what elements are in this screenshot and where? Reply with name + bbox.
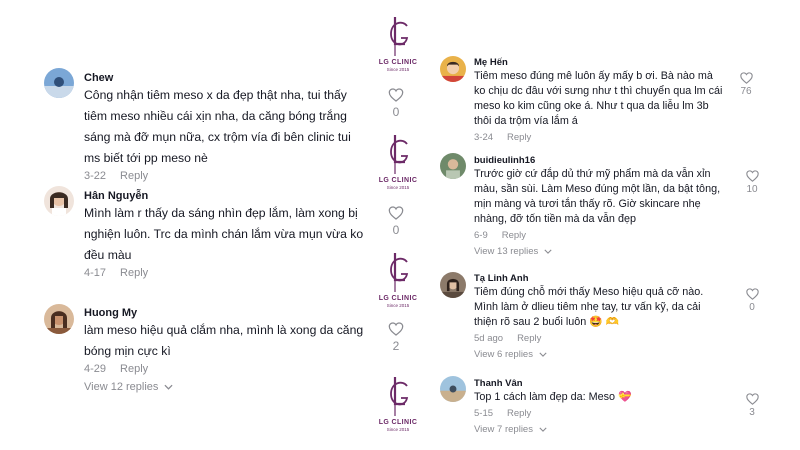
comment-date: 5d ago — [474, 333, 504, 344]
comment-text-line: Mình làm ở dlieu tiêm nhẹ tay, tư vấn kỹ… — [474, 301, 701, 313]
lg-monogram-icon — [390, 17, 409, 56]
comment-date: 5-15 — [474, 408, 494, 419]
view-replies-label: View 12 replies — [84, 381, 159, 393]
lg-clinic-logo: LG CLINIC Since 2015 — [376, 374, 420, 432]
like-count: 10 — [746, 184, 758, 195]
like-count: 0 — [749, 302, 755, 313]
comment-text-line: màu, sần sùi. Làm Meso đúng một lần, da … — [474, 183, 721, 195]
like-button[interactable]: 10 — [742, 170, 762, 195]
brand-name: LG CLINIC — [378, 177, 418, 184]
view-replies-button[interactable]: View 13 replies — [474, 246, 740, 257]
heart-icon — [739, 72, 753, 84]
like-button[interactable]: 0 — [386, 206, 406, 237]
like-count: 0 — [392, 105, 400, 119]
heart-icon — [745, 393, 759, 405]
comment-username[interactable]: Tạ Linh Anh — [474, 273, 740, 285]
view-replies-label: View 13 replies — [474, 246, 539, 257]
reply-button[interactable]: Reply — [120, 363, 148, 375]
brand-since: Since 2015 — [386, 303, 410, 308]
heart-icon — [388, 322, 404, 336]
reply-button[interactable]: Reply — [507, 132, 531, 143]
comment-date: 6-9 — [474, 230, 488, 241]
brand-name: LG CLINIC — [378, 59, 418, 66]
lg-clinic-logo: LG CLINIC Since 2015 — [376, 14, 420, 72]
brand-name: LG CLINIC — [378, 295, 418, 302]
view-replies-button[interactable]: View 6 replies — [474, 349, 740, 360]
reply-button[interactable]: Reply — [120, 170, 148, 182]
comment-username[interactable]: Mẹ Hến — [474, 57, 740, 69]
like-count: 2 — [392, 339, 400, 353]
comment-date: 3-22 — [84, 170, 107, 182]
comment-text-line: Công nhận tiêm meso x da đẹp thật nha, t… — [84, 88, 347, 102]
like-count: 76 — [740, 86, 752, 97]
comment-username[interactable]: Chew — [84, 71, 374, 85]
avatar[interactable] — [440, 56, 466, 82]
view-replies-label: View 7 replies — [474, 424, 533, 435]
comment-text-line: Trước giờ cứ đắp dủ thứ mỹ phẩm mà da vẫ… — [474, 168, 711, 180]
like-button[interactable]: 76 — [736, 72, 756, 97]
like-count: 3 — [749, 407, 755, 418]
comment-text-line: nghiện luôn. Trc da mình chán lắm vừa mụ… — [84, 227, 364, 241]
comment-text-line: Mình làm r thấy da sáng nhìn đẹp lắm, là… — [84, 206, 358, 220]
like-button[interactable]: 0 — [386, 88, 406, 119]
comment-text-line: sáng mà đỡ mụn nữa, cx trộm vía đi bên c… — [84, 130, 351, 144]
avatar[interactable] — [44, 304, 74, 334]
heart-icon — [745, 288, 759, 300]
chevron-down-icon — [164, 384, 173, 390]
comment-text-line: tiêm meso nhiều cái xịn nha, da căng bón… — [84, 109, 347, 123]
heart-icon — [745, 170, 759, 182]
like-button[interactable]: 3 — [742, 393, 762, 418]
lg-monogram-icon — [390, 135, 409, 174]
comment-username[interactable]: Huong My — [84, 306, 374, 320]
like-button[interactable]: 0 — [742, 288, 762, 313]
comment-text-line: ko chịu dc đâu với sưng như t thì chuyển… — [474, 85, 723, 97]
brand-name: LG CLINIC — [378, 419, 418, 426]
brand-since: Since 2015 — [386, 427, 410, 432]
avatar[interactable] — [440, 376, 466, 402]
lg-clinic-logo: LG CLINIC Since 2015 — [376, 132, 420, 190]
brand-since: Since 2015 — [386, 67, 410, 72]
comment-text-line: mịn màng và tươi tắn thấy rõ. Giờ skinca… — [474, 198, 701, 210]
lg-clinic-logo: LG CLINIC Since 2015 — [376, 250, 420, 308]
comment-username[interactable]: Hân Nguyễn — [84, 189, 374, 203]
lg-monogram-icon — [390, 253, 409, 292]
avatar[interactable] — [44, 186, 74, 216]
comment-username[interactable]: Thanh Vân — [474, 378, 740, 390]
comment-username[interactable]: buidieulinh16 — [474, 155, 740, 167]
brand-since: Since 2015 — [386, 185, 410, 190]
comment-text-line: meso ko kim cũng oke á. Như t qua da liễ… — [474, 100, 709, 112]
comment-text-line: làm meso hiệu quả clắm nha, mình là xong… — [84, 323, 364, 337]
reply-button[interactable]: Reply — [517, 333, 541, 344]
heart-icon — [388, 206, 404, 220]
lg-monogram-icon — [390, 377, 409, 416]
comment-text-line: bóng mịn cực kì — [84, 344, 171, 358]
comment-text-line: Top 1 cách làm đẹp da: Meso 💝 — [474, 391, 632, 403]
comment-date: 4-29 — [84, 363, 107, 375]
avatar[interactable] — [44, 68, 74, 98]
comment-text-line: thiện rõ sau 2 buổi luôn 🤩 🫶 — [474, 316, 620, 328]
comment-text-line: Tiêm đúng chỗ mới thấy Meso hiệu quả cỡ … — [474, 286, 704, 298]
reply-button[interactable]: Reply — [120, 267, 148, 279]
comment-text-line: thôi da trộm vía lắm á — [474, 115, 578, 127]
comment-text-line: nhàng, đỡ tốn tiền mà da vẫn đẹp — [474, 213, 636, 225]
view-replies-label: View 6 replies — [474, 349, 533, 360]
comment-date: 3-24 — [474, 132, 494, 143]
heart-icon — [388, 88, 404, 102]
chevron-down-icon — [544, 249, 552, 254]
avatar[interactable] — [440, 272, 466, 298]
chevron-down-icon — [539, 352, 547, 357]
like-button[interactable]: 2 — [386, 322, 406, 353]
avatar[interactable] — [440, 153, 466, 179]
comment-text-line: ms biết tới pp meso nè — [84, 151, 208, 165]
like-count: 0 — [392, 223, 400, 237]
reply-button[interactable]: Reply — [502, 230, 526, 241]
view-replies-button[interactable]: View 12 replies — [84, 381, 374, 393]
reply-button[interactable]: Reply — [507, 408, 531, 419]
comment-text-line: đều màu — [84, 248, 132, 262]
comment-date: 4-17 — [84, 267, 107, 279]
chevron-down-icon — [539, 427, 547, 432]
comment-text-line: Tiêm meso đúng mê luôn ấy mấy b ơi. Bà n… — [474, 70, 713, 82]
view-replies-button[interactable]: View 7 replies — [474, 424, 740, 435]
